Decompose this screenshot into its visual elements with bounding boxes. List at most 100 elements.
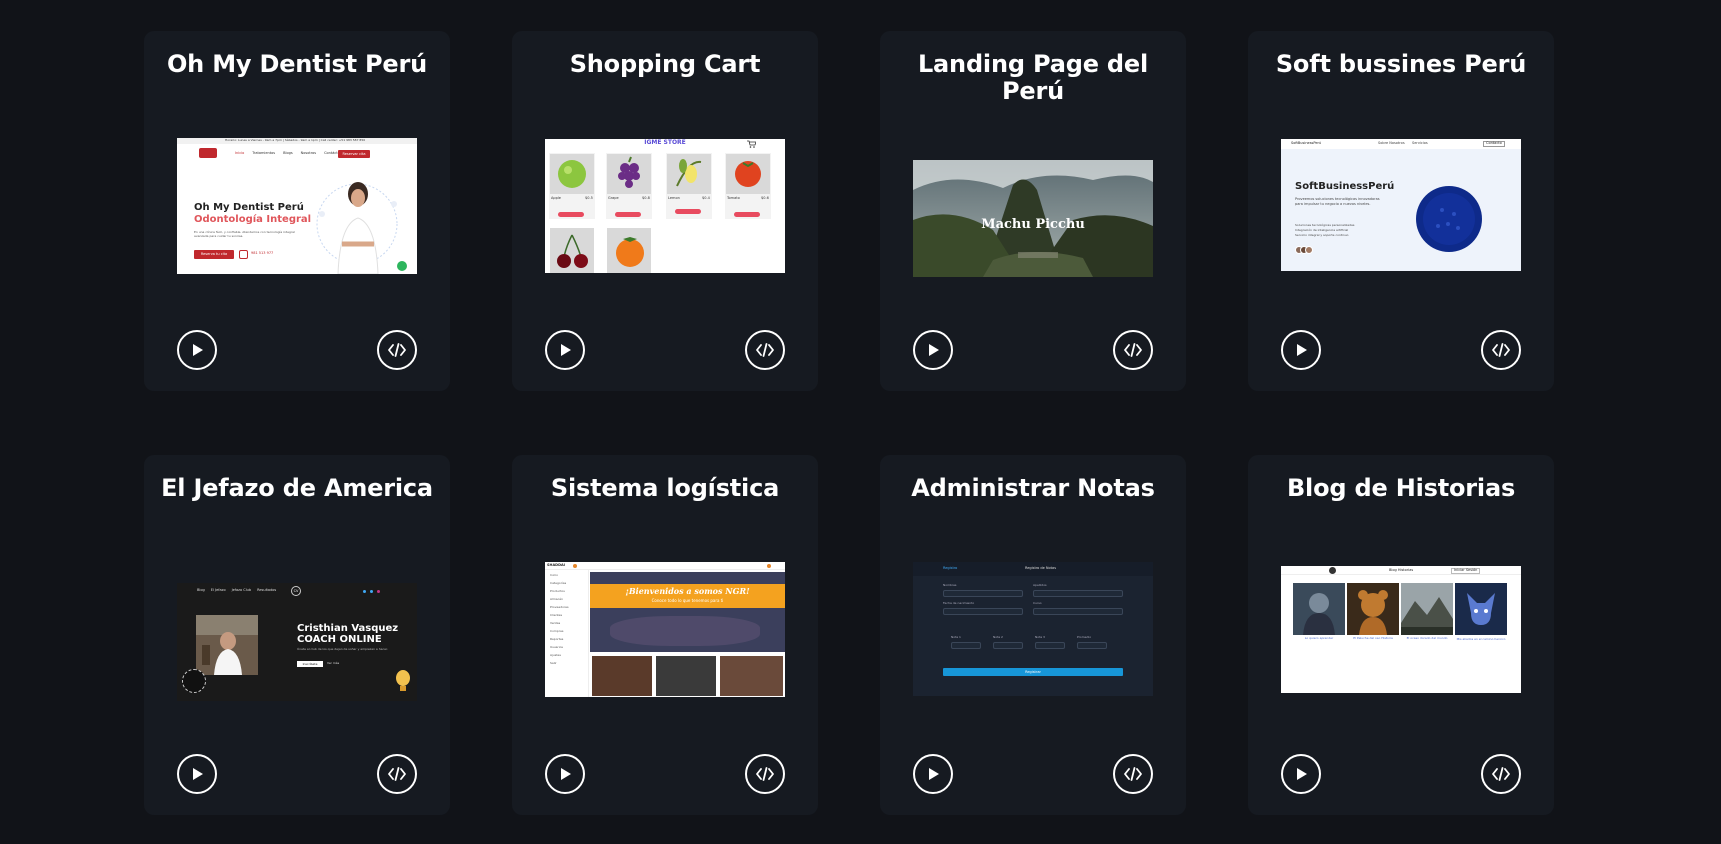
- preview-subheading: Odontología Integral: [194, 214, 312, 225]
- preview-nav-item: Nosotros: [300, 151, 317, 155]
- apple-image: [558, 160, 586, 188]
- preview-topbar: Horario: Lunes a Viernes - 9am a 7pm | S…: [225, 138, 366, 142]
- grape-image: [618, 156, 640, 188]
- project-card-logistica: Sistema logística SHADDAI Inicio Categor…: [512, 455, 818, 815]
- play-demo-button[interactable]: [913, 330, 953, 370]
- preview-nav-item: Tratamientos: [252, 151, 276, 155]
- preview-body: En una clínica fácil, y confiable. Atend…: [194, 230, 295, 238]
- banner-image: ¡Bienvenidos a somos NGR! Conoce todo lo…: [590, 572, 785, 652]
- persimmon-image: [616, 237, 644, 267]
- play-demo-button[interactable]: [913, 754, 953, 794]
- preview-logo: CV: [291, 586, 301, 596]
- preview-nav-item: El Jefazo: [210, 588, 226, 592]
- project-card-blog: Blog de Historias Blog Historias Iniciar…: [1248, 455, 1554, 815]
- play-icon: [929, 344, 939, 356]
- play-demo-button[interactable]: [177, 754, 217, 794]
- project-preview-soft-business: SoftBusinessPerú Sobre Nosotros Servicio…: [1281, 139, 1521, 271]
- preview-button: Registrar: [943, 668, 1123, 676]
- preview-bullet: Servicio integral y soporte continuo: [1295, 233, 1349, 237]
- project-card-dentist: Oh My Dentist Perú Horario: Lunes a Vier…: [144, 31, 450, 391]
- tomato-image: [735, 161, 761, 187]
- sidebar-item: Reportes: [550, 637, 564, 641]
- projects-grid: Oh My Dentist Perú Horario: Lunes a Vier…: [0, 0, 1721, 844]
- product-image: [656, 656, 716, 696]
- cart-icon: [747, 140, 756, 148]
- preview-button: Ver más: [327, 661, 340, 665]
- view-code-button[interactable]: [745, 330, 785, 370]
- view-code-button[interactable]: [1113, 754, 1153, 794]
- play-demo-button[interactable]: [177, 330, 217, 370]
- sidebar-item: Clientes: [550, 613, 563, 617]
- preview-heading: Oh My Dentist Perú: [194, 202, 304, 213]
- project-title: Sistema logística: [550, 474, 780, 502]
- item-price: $0.4: [702, 196, 710, 200]
- story-image: [1401, 583, 1453, 635]
- preview-tab: Registro: [943, 566, 958, 570]
- play-demo-button[interactable]: [1281, 754, 1321, 794]
- preview-button: Reserva tu cita: [194, 250, 234, 259]
- field-label: Nota 3: [1035, 635, 1045, 639]
- sidebar-item: Almacén: [550, 597, 564, 601]
- preview-nav-item: Blogs: [283, 151, 293, 155]
- play-icon: [929, 768, 939, 780]
- view-code-button[interactable]: [1481, 330, 1521, 370]
- story-image: [1455, 583, 1507, 635]
- sidebar-item: Usuarios: [550, 645, 563, 649]
- project-card-shopping-cart: Shopping Cart IGME STORE Apple $0.5 Grap…: [512, 31, 818, 391]
- code-icon: [1492, 767, 1510, 781]
- preview-bullet: Soluciones tecnológicas personalizadas: [1295, 223, 1355, 227]
- field-label: Nota 2: [993, 635, 1003, 639]
- doctor-image: [316, 182, 407, 274]
- coach-photo: [196, 615, 258, 675]
- project-title: Oh My Dentist Perú: [166, 50, 427, 78]
- view-code-button[interactable]: [745, 754, 785, 794]
- story-caption: Mis aliados en el camino heroico: [1456, 637, 1506, 641]
- preview-nav-item: Servicios: [1412, 141, 1428, 145]
- sidebar-item: Salir: [550, 661, 557, 665]
- sidebar-item: Productos: [550, 589, 565, 593]
- field-label: Promedio: [1077, 635, 1092, 639]
- sidebar-item: Compras: [550, 629, 564, 633]
- dentist-logo: [199, 148, 217, 158]
- code-icon: [1124, 767, 1142, 781]
- play-demo-button[interactable]: [545, 754, 585, 794]
- view-code-button[interactable]: [1113, 330, 1153, 370]
- project-preview-notas: Registro Registro de Notas Nombres Apell…: [913, 562, 1153, 696]
- play-icon: [1297, 344, 1307, 356]
- play-icon: [561, 344, 571, 356]
- preview-brand: SHADDAI: [547, 563, 565, 567]
- code-icon: [1492, 343, 1510, 357]
- play-demo-button[interactable]: [545, 330, 585, 370]
- item-name: Grape: [608, 196, 619, 200]
- product-image: [592, 656, 652, 696]
- story-image: [1293, 583, 1345, 635]
- lightbulb-icon: [396, 670, 410, 691]
- item-name: Apple: [551, 196, 561, 200]
- story-caption: El ocaso dorado del mundo: [1406, 636, 1448, 640]
- story-caption: Lo quiero aprender: [1304, 636, 1334, 640]
- code-icon: [1124, 343, 1142, 357]
- item-name: Tomato: [727, 196, 740, 200]
- field-label: Apellidos: [1033, 583, 1047, 587]
- project-title: Soft bussines Perú: [1275, 50, 1527, 78]
- item-price: $0.5: [585, 196, 593, 200]
- project-preview-jefazo: Blog El Jefazo Jefazo Club Resultados CV…: [177, 583, 417, 701]
- preview-cta: Reservar cita: [338, 150, 370, 158]
- project-card-jefazo: El Jefazo de America Blog El Jefazo Jefa…: [144, 455, 450, 815]
- sidebar-item: Ventas: [550, 621, 561, 625]
- project-card-landing-peru: Landing Page del Perú Machu Picchu: [880, 31, 1186, 391]
- preview-nav-button: Iniciar Sesión: [1451, 568, 1481, 574]
- preview-nav-item: Blog Historias: [1389, 568, 1414, 572]
- preview-body: Proveemos soluciones tecnológicas innova…: [1295, 197, 1380, 206]
- business-logo-graphic: [1416, 186, 1482, 252]
- field-label: Curso: [1033, 601, 1042, 605]
- play-demo-button[interactable]: [1281, 330, 1321, 370]
- preview-nav-item: Sobre Nosotros: [1378, 141, 1405, 145]
- lemon-image: [676, 159, 702, 187]
- view-code-button[interactable]: [377, 330, 417, 370]
- preview-heading: COACH ONLINE: [297, 634, 382, 645]
- project-title: Shopping Cart: [569, 50, 761, 78]
- view-code-button[interactable]: [1481, 754, 1521, 794]
- view-code-button[interactable]: [377, 754, 417, 794]
- project-preview-dentist: Horario: Lunes a Viernes - 9am a 7pm | S…: [177, 138, 417, 274]
